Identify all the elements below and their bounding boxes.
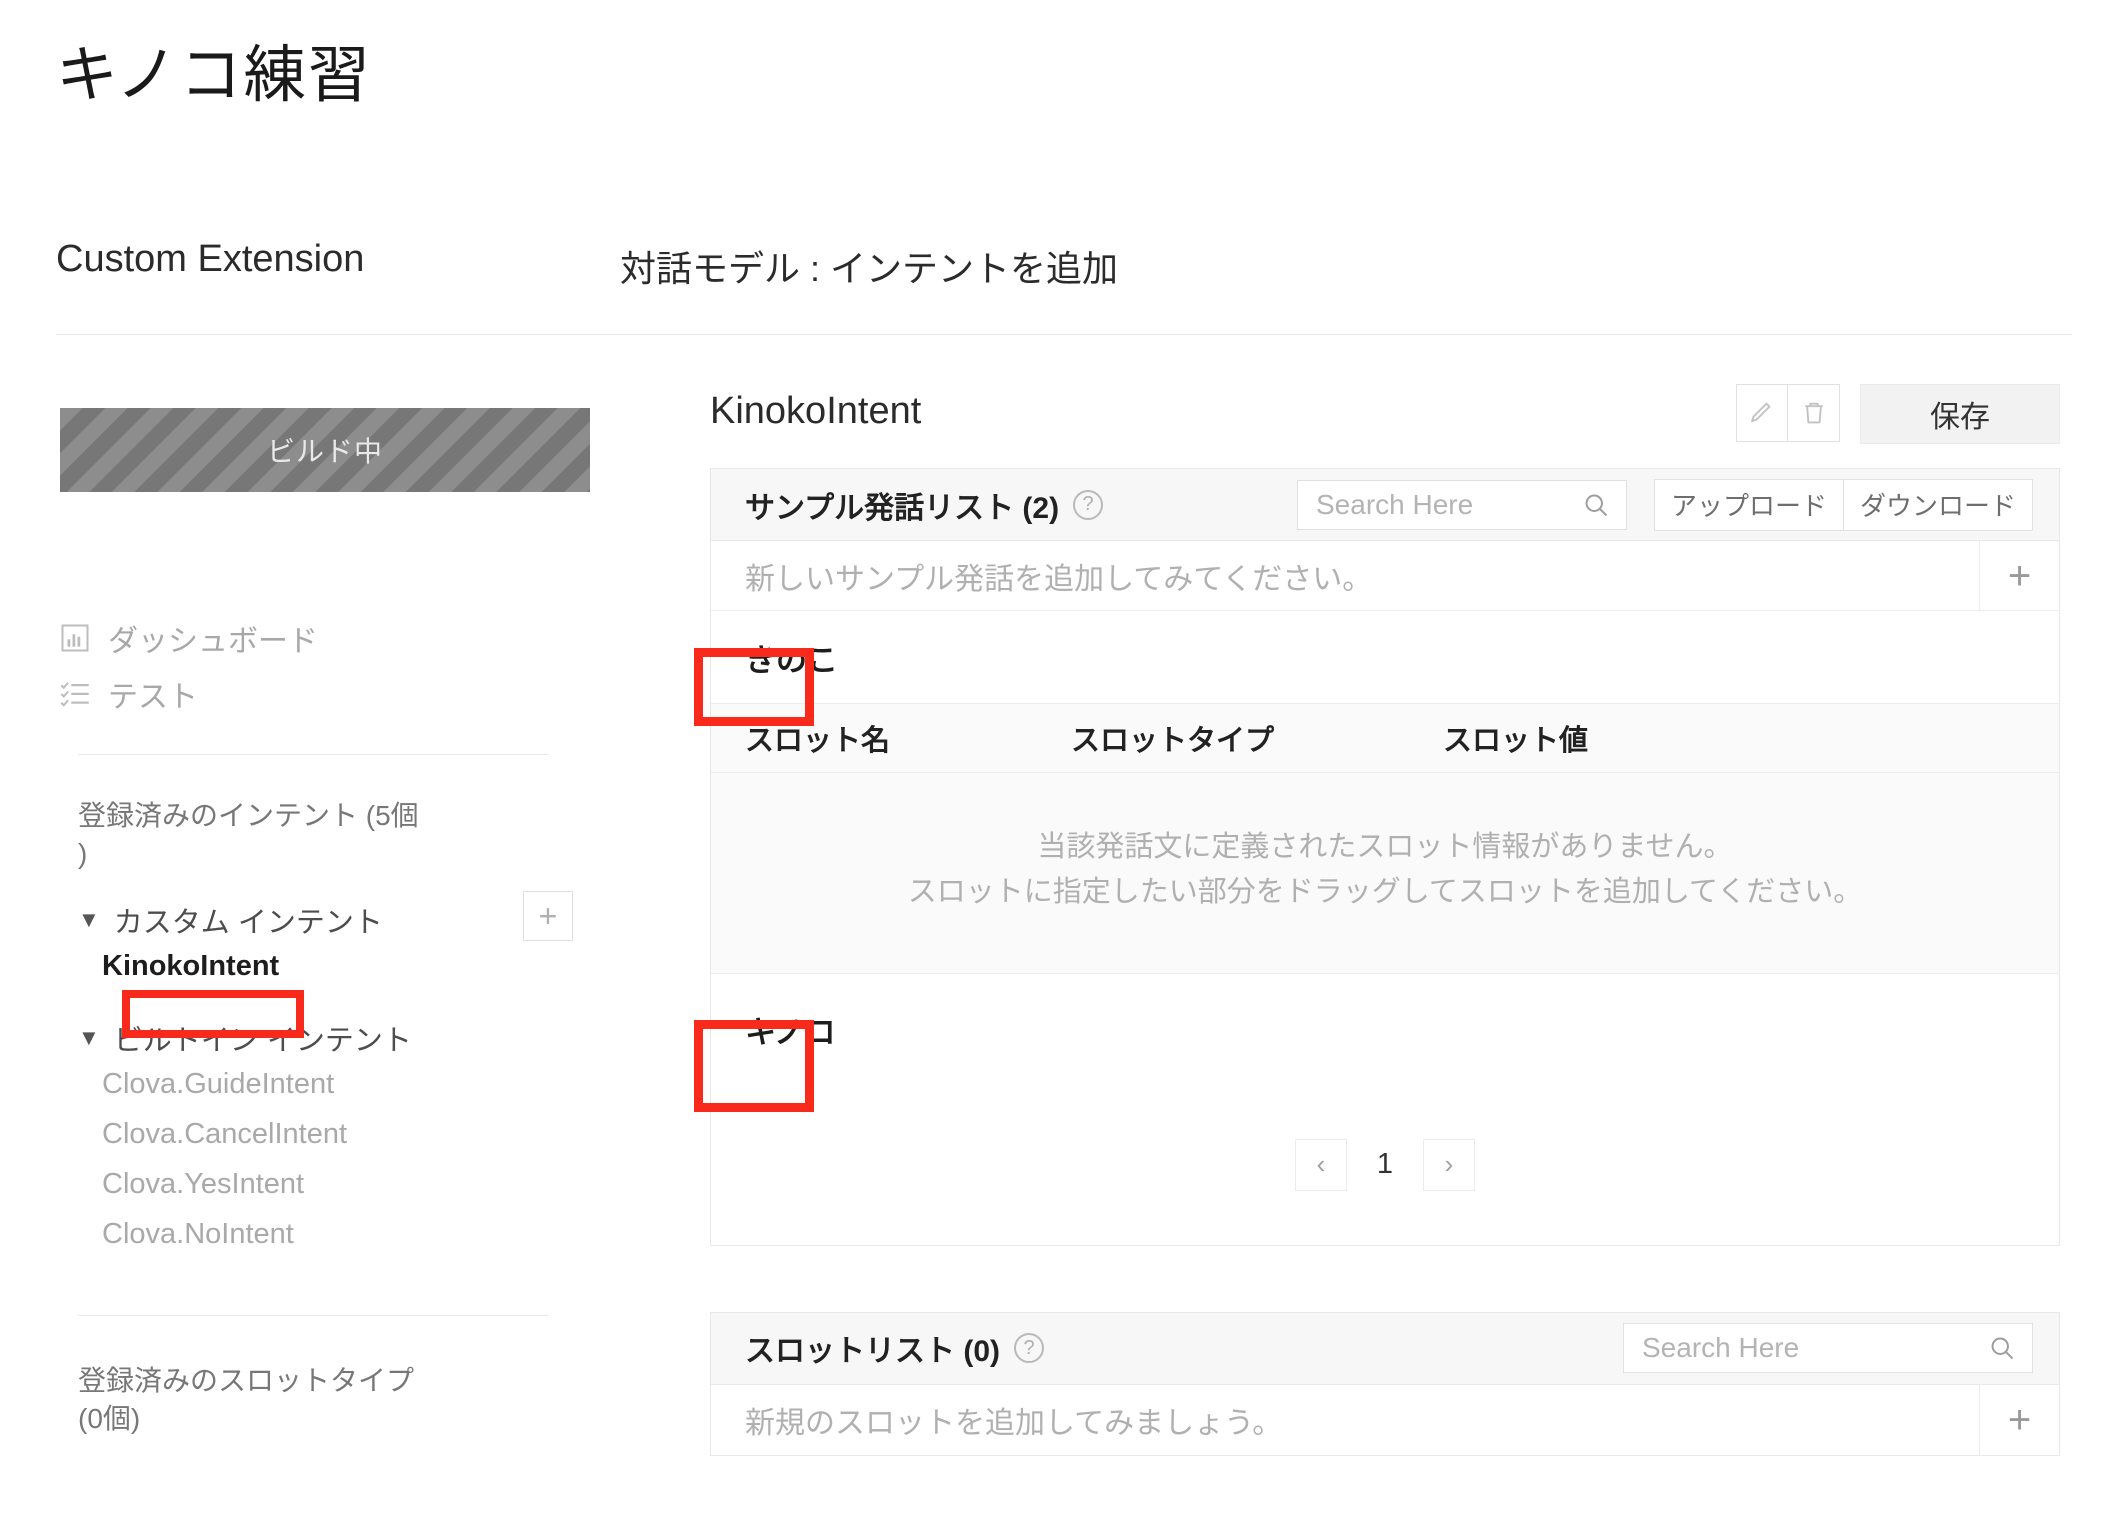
slot-column-name: スロット名 bbox=[745, 725, 891, 757]
add-utterance-placeholder: 新しいサンプル発話を追加してみてください。 bbox=[745, 562, 1373, 596]
sidebar-item-label: テスト bbox=[108, 681, 198, 714]
custom-intent-group-header[interactable]: ▼ カスタム インテント + bbox=[78, 891, 573, 942]
slot-column-type: スロットタイプ bbox=[1071, 725, 1275, 757]
sidebar-divider-1 bbox=[78, 754, 548, 755]
slot-column-value: スロット値 bbox=[1443, 725, 1589, 757]
builtin-intent-group-header[interactable]: ▼ ビルトイン インテント bbox=[78, 1017, 573, 1059]
utterance-search-box[interactable] bbox=[1297, 479, 1627, 530]
slot-search-box[interactable] bbox=[1623, 1323, 2033, 1374]
slot-empty-line-2: スロットに指定したい部分をドラッグしてスロットを追加してください。 bbox=[907, 875, 1863, 908]
dashboard-icon bbox=[61, 624, 89, 652]
upload-button[interactable]: アップロード bbox=[1653, 478, 1844, 531]
sidebar-item-clova-nointent[interactable]: Clova.NoIntent bbox=[102, 1209, 590, 1259]
edit-intent-button[interactable] bbox=[1736, 384, 1788, 442]
sidebar-item-test[interactable]: テスト bbox=[60, 666, 590, 722]
breadcrumb-custom-extension[interactable]: Custom Extension bbox=[56, 238, 364, 281]
search-icon bbox=[1991, 1337, 2014, 1360]
question-mark-icon[interactable]: ? bbox=[1014, 1333, 1044, 1364]
sample-utterance-card: サンプル発話リスト (2) ? アップロード ダウンロード 新しいサンプル発話を… bbox=[710, 468, 2060, 1246]
registered-slottypes-label: 登録済みのスロットタイプ (0個) bbox=[78, 1365, 415, 1435]
utterance-search-input[interactable] bbox=[1316, 488, 1582, 521]
breadcrumb: Custom Extension 対話モデル : インテントを追加 bbox=[0, 228, 2128, 334]
custom-intent-group-label: カスタム インテント bbox=[113, 907, 383, 940]
add-utterance-button[interactable]: + bbox=[1979, 541, 2059, 611]
builtin-intent-group-label: ビルトイン インテント bbox=[113, 1025, 412, 1058]
pagination-next-button[interactable]: › bbox=[1423, 1138, 1475, 1191]
sample-utterance-card-header: サンプル発話リスト (2) ? アップロード ダウンロード bbox=[711, 469, 2059, 541]
save-button[interactable]: 保存 bbox=[1860, 384, 2060, 444]
sidebar-item-kinokointent[interactable]: KinokoIntent bbox=[102, 941, 590, 991]
chevron-down-icon[interactable]: ▼ bbox=[78, 1027, 100, 1049]
intent-name-title: KinokoIntent bbox=[710, 390, 922, 432]
sidebar-divider-2 bbox=[78, 1315, 548, 1317]
sample-utterance-title: サンプル発話リスト (2) bbox=[745, 491, 1060, 525]
sidebar-item-label: ダッシュボード bbox=[108, 625, 318, 658]
registered-intents-label: 登録済みのインテント (5個 ) bbox=[78, 800, 419, 870]
pencil-icon bbox=[1751, 402, 1771, 423]
header-divider bbox=[56, 334, 2072, 335]
slot-list-card: スロットリスト (0) ? 新規のスロットを追加してみましょう。 + bbox=[710, 1311, 2060, 1456]
add-slot-button[interactable]: + bbox=[1979, 1384, 2059, 1455]
slot-list-title: スロットリスト (0) bbox=[745, 1335, 1000, 1369]
build-status-label: ビルド中 bbox=[266, 436, 383, 467]
search-icon bbox=[1585, 494, 1608, 516]
sidebar-item-clova-cancelintent[interactable]: Clova.CancelIntent bbox=[102, 1109, 590, 1159]
add-custom-intent-button[interactable]: + bbox=[523, 891, 573, 942]
sidebar-item-clova-guideintent[interactable]: Clova.GuideIntent bbox=[102, 1059, 590, 1109]
slot-empty-line-1: 当該発話文に定義されたスロット情報がありません。 bbox=[1037, 831, 1733, 863]
add-slot-placeholder: 新規のスロットを追加してみましょう。 bbox=[745, 1406, 1283, 1440]
pagination-prev-button[interactable]: ‹ bbox=[1295, 1138, 1347, 1191]
intent-header: KinokoIntent 保存 bbox=[710, 384, 2060, 468]
utterance-row-1[interactable]: きのこ bbox=[711, 611, 2059, 703]
slot-empty-state: 当該発話文に定義されたスロット情報がありません。 スロットに指定したい部分をドラ… bbox=[711, 773, 2059, 973]
slot-table-header: スロット名 スロットタイプ スロット値 bbox=[711, 703, 2059, 773]
test-checklist-icon bbox=[60, 682, 89, 707]
app-root: キノコ練習 Custom Extension 対話モデル : インテントを追加 … bbox=[0, 0, 2128, 1514]
sidebar: ビルド中 ダッシュボード テスト 登録済みのインテント (5個) ▼ カスタム… bbox=[60, 408, 590, 1438]
chevron-down-icon[interactable]: ▼ bbox=[78, 909, 100, 931]
sidebar-item-dashboard[interactable]: ダッシュボード bbox=[60, 610, 590, 666]
sidebar-nav: ダッシュボード テスト bbox=[60, 610, 590, 722]
download-button[interactable]: ダウンロード bbox=[1843, 478, 2033, 531]
build-status-banner: ビルド中 bbox=[60, 408, 590, 492]
sidebar-item-clova-yesintent[interactable]: Clova.YesIntent bbox=[102, 1159, 590, 1209]
slot-search-input[interactable] bbox=[1642, 1332, 1988, 1365]
breadcrumb-current-page: 対話モデル : インテントを追加 bbox=[620, 248, 1119, 289]
delete-intent-button[interactable] bbox=[1788, 384, 1840, 442]
slot-list-card-header: スロットリスト (0) ? bbox=[711, 1312, 2059, 1385]
upload-download-group: アップロード ダウンロード bbox=[1653, 478, 2033, 531]
question-mark-icon[interactable]: ? bbox=[1073, 489, 1104, 520]
utterance-row-2[interactable]: キノコ bbox=[711, 972, 2059, 1085]
pagination-page-number[interactable]: 1 bbox=[1361, 1148, 1409, 1181]
add-slot-row[interactable]: 新規のスロットを追加してみましょう。 + bbox=[711, 1384, 2059, 1455]
add-utterance-row[interactable]: 新しいサンプル発話を追加してみてください。 + bbox=[711, 541, 2059, 611]
page-title: キノコ練習 bbox=[56, 41, 372, 110]
utterance-pagination: ‹ 1 › bbox=[711, 1085, 2059, 1245]
intent-action-buttons: 保存 bbox=[1736, 384, 2060, 444]
trash-icon bbox=[1804, 402, 1823, 424]
main-content: KinokoIntent 保存 サンプル発話リスト (2) ? Search H… bbox=[710, 384, 2060, 1456]
